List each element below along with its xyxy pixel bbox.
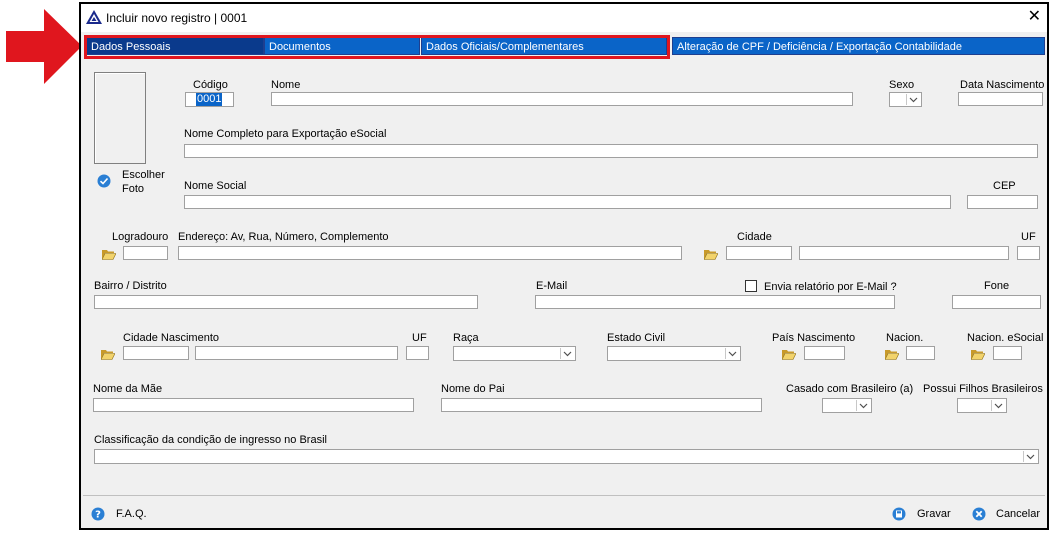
logradouro-label: Logradouro — [112, 231, 169, 243]
nome-mae-label: Nome da Mãe — [93, 383, 163, 395]
sexo-label: Sexo — [889, 79, 915, 91]
folder-open-icon[interactable] — [102, 249, 116, 260]
uf-nasc-label: UF — [412, 332, 427, 344]
chevron-down-icon[interactable] — [1023, 451, 1037, 462]
nome-social-field[interactable] — [184, 195, 951, 209]
chevron-down-icon[interactable] — [560, 348, 574, 359]
cidade-name-field[interactable] — [799, 246, 1009, 260]
check-circle-icon[interactable] — [97, 174, 111, 188]
filhos-brasileiros-label: Possui Filhos Brasileiros — [923, 383, 1043, 395]
tab-dados-oficiais[interactable]: Dados Oficiais/Complementares — [421, 37, 667, 55]
chevron-down-icon[interactable] — [906, 94, 920, 105]
save-icon[interactable] — [892, 507, 906, 521]
fone-field[interactable] — [952, 295, 1041, 309]
chevron-down-icon[interactable] — [725, 348, 739, 359]
nacion-label: Nacion. — [886, 332, 924, 344]
tab-documentos[interactable]: Documentos — [264, 37, 420, 55]
faq-link[interactable]: F.A.Q. — [116, 508, 147, 520]
endereco-label: Endereço: Av, Rua, Número, Complemento — [178, 231, 389, 243]
nome-social-label: Nome Social — [184, 180, 247, 192]
nome-pai-label: Nome do Pai — [441, 383, 505, 395]
sexo-select[interactable] — [889, 92, 922, 107]
tab-alteracao-cpf[interactable]: Alteração de CPF / Deficiência / Exporta… — [672, 37, 1045, 55]
nome-completo-label: Nome Completo para Exportação eSocial — [184, 128, 387, 140]
cep-field[interactable] — [967, 195, 1038, 209]
email-label: E-Mail — [536, 280, 568, 292]
red-arrow-icon — [6, 9, 82, 84]
folder-open-icon[interactable] — [885, 349, 899, 360]
estado-civil-label: Estado Civil — [607, 332, 666, 344]
window-title: Incluir novo registro | 0001 — [106, 11, 248, 25]
fone-label: Fone — [984, 280, 1010, 292]
help-icon[interactable]: ? — [91, 507, 105, 521]
uf-label: UF — [1021, 231, 1036, 243]
nome-completo-field[interactable] — [184, 144, 1038, 158]
chevron-down-icon[interactable] — [856, 400, 870, 411]
filhos-brasileiros-select[interactable] — [957, 398, 1007, 413]
envia-relatorio-checkbox[interactable] — [745, 280, 757, 292]
save-button[interactable]: Gravar — [917, 508, 951, 520]
data-nascimento-label: Data Nascimento — [960, 79, 1045, 91]
cidade-code-field[interactable] — [726, 246, 792, 260]
tab-dados-pessoais[interactable]: Dados Pessoais — [86, 37, 264, 55]
uf-nasc-field[interactable] — [406, 346, 429, 360]
envia-relatorio-label: Envia relatório por E-Mail ? — [764, 281, 897, 293]
photo-frame[interactable] — [94, 72, 146, 164]
tab-label: Documentos — [269, 41, 331, 53]
nacion-field[interactable] — [906, 346, 935, 360]
bairro-label: Bairro / Distrito — [94, 280, 167, 292]
nacion-esocial-label: Nacion. eSocial — [967, 332, 1044, 344]
choose-photo-label-2[interactable]: Foto — [122, 183, 144, 195]
chevron-down-icon[interactable] — [991, 400, 1005, 411]
tab-label: Alteração de CPF / Deficiência / Exporta… — [677, 41, 962, 53]
raca-select[interactable] — [453, 346, 576, 361]
bairro-field[interactable] — [94, 295, 478, 309]
cancel-button[interactable]: Cancelar — [996, 508, 1040, 520]
svg-text:?: ? — [95, 510, 101, 521]
folder-open-icon[interactable] — [971, 349, 985, 360]
close-icon[interactable]: ✕ — [1028, 7, 1041, 27]
cidade-nascimento-code-field[interactable] — [123, 346, 189, 360]
email-field[interactable] — [535, 295, 895, 309]
casado-brasileiro-select[interactable] — [822, 398, 872, 413]
pais-nascimento-field[interactable] — [804, 346, 845, 360]
classificacao-select[interactable] — [94, 449, 1039, 464]
tab-label: Dados Oficiais/Complementares — [426, 41, 584, 53]
estado-civil-select[interactable] — [607, 346, 741, 361]
cancel-icon[interactable] — [972, 507, 986, 521]
folder-open-icon[interactable] — [704, 249, 718, 260]
cep-label: CEP — [993, 180, 1016, 192]
nacion-esocial-field[interactable] — [993, 346, 1022, 360]
cidade-nascimento-name-field[interactable] — [195, 346, 398, 360]
app-logo-icon — [86, 10, 102, 24]
codigo-label: Código — [193, 79, 228, 91]
casado-brasileiro-label: Casado com Brasileiro (a) — [786, 383, 914, 395]
pais-nascimento-label: País Nascimento — [772, 332, 856, 344]
folder-open-icon[interactable] — [101, 349, 115, 360]
codigo-field[interactable]: 0001 — [185, 92, 234, 107]
data-nascimento-field[interactable] — [958, 92, 1043, 106]
footer-divider — [83, 495, 1045, 496]
endereco-field[interactable] — [178, 246, 682, 260]
choose-photo-label[interactable]: Escolher — [122, 169, 165, 181]
cidade-label: Cidade — [737, 231, 772, 243]
uf-field[interactable] — [1017, 246, 1040, 260]
nome-field[interactable] — [271, 92, 853, 106]
raca-label: Raça — [453, 332, 479, 344]
nome-pai-field[interactable] — [441, 398, 762, 412]
classificacao-label: Classificação da condição de ingresso no… — [94, 434, 327, 446]
tab-label: Dados Pessoais — [91, 41, 171, 53]
title-bar: Incluir novo registro | 0001 ✕ — [81, 4, 1047, 32]
folder-open-icon[interactable] — [782, 349, 796, 360]
codigo-value: 0001 — [196, 93, 223, 106]
logradouro-field[interactable] — [123, 246, 168, 260]
nome-mae-field[interactable] — [93, 398, 414, 412]
cidade-nascimento-label: Cidade Nascimento — [123, 332, 219, 344]
nome-label: Nome — [271, 79, 301, 91]
